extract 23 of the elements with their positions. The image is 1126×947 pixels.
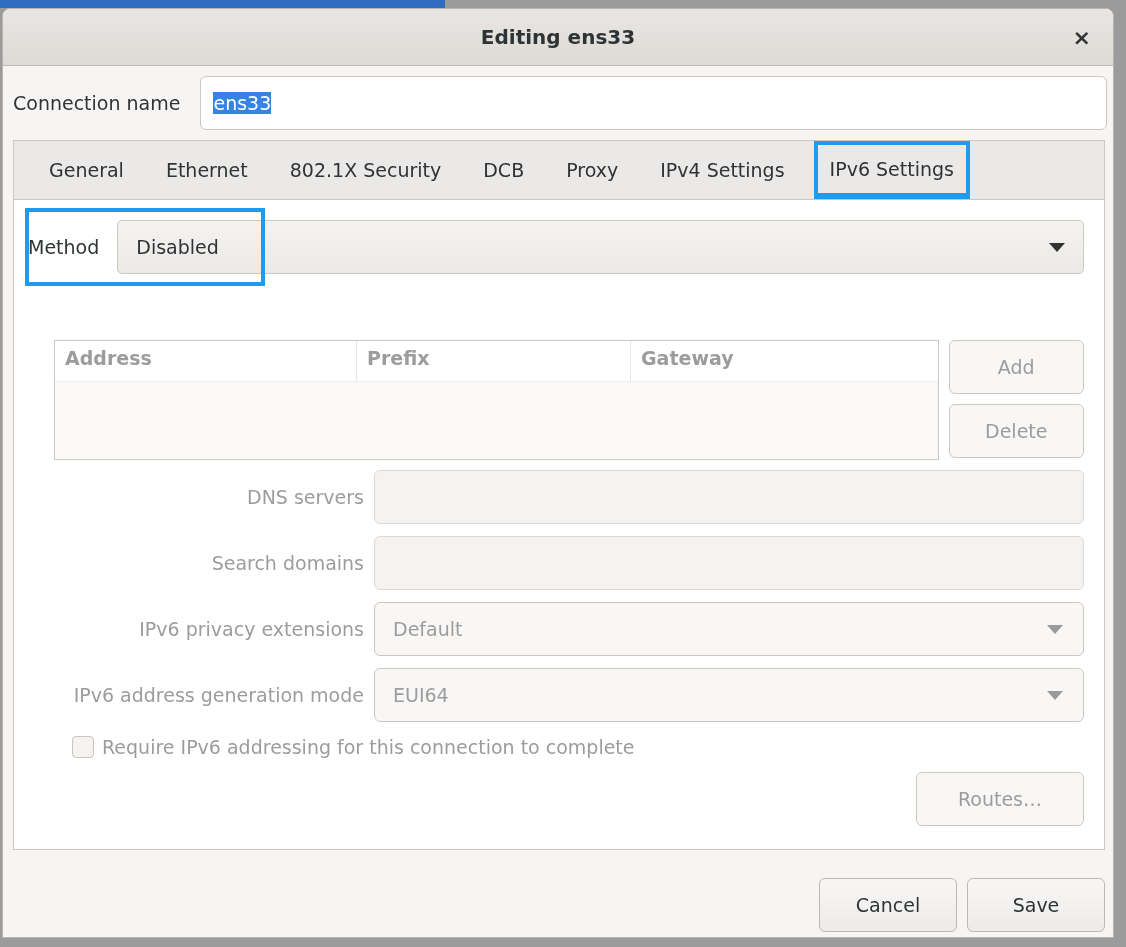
tab[interactable]: General xyxy=(28,141,145,199)
dialog-button[interactable]: Save xyxy=(967,878,1105,932)
caret-icon xyxy=(1047,624,1063,634)
method-dropdown[interactable]: Disabled xyxy=(117,220,1084,274)
field-label: IPv6 privacy extensions xyxy=(138,618,364,640)
method-label: Method xyxy=(28,236,100,258)
caret-icon xyxy=(1049,242,1065,252)
connection-name-value: ens33 xyxy=(213,92,272,114)
close-button[interactable]: × xyxy=(1068,25,1095,50)
tab[interactable]: DCB xyxy=(462,141,546,199)
window-title: Editing ens33 xyxy=(480,25,636,49)
caret-icon xyxy=(1047,690,1063,700)
connection-name-field[interactable]: ens33 xyxy=(200,76,1107,130)
field-label: Search domains xyxy=(210,552,364,574)
tab[interactable]: Ethernet xyxy=(144,141,269,199)
connection-name-label: Connection name xyxy=(13,92,181,114)
field-label: DNS servers xyxy=(246,486,364,508)
tab[interactable]: Proxy xyxy=(545,141,640,199)
dialog-button[interactable]: Cancel xyxy=(819,878,957,932)
tab[interactable]: IPv4 Settings xyxy=(639,141,806,199)
checkbox-label: Require IPv6 addressing for this connection to complete xyxy=(102,736,635,758)
field-label: IPv6 address generation mode xyxy=(72,684,364,706)
tab[interactable]: 802.1X Security xyxy=(268,141,463,199)
